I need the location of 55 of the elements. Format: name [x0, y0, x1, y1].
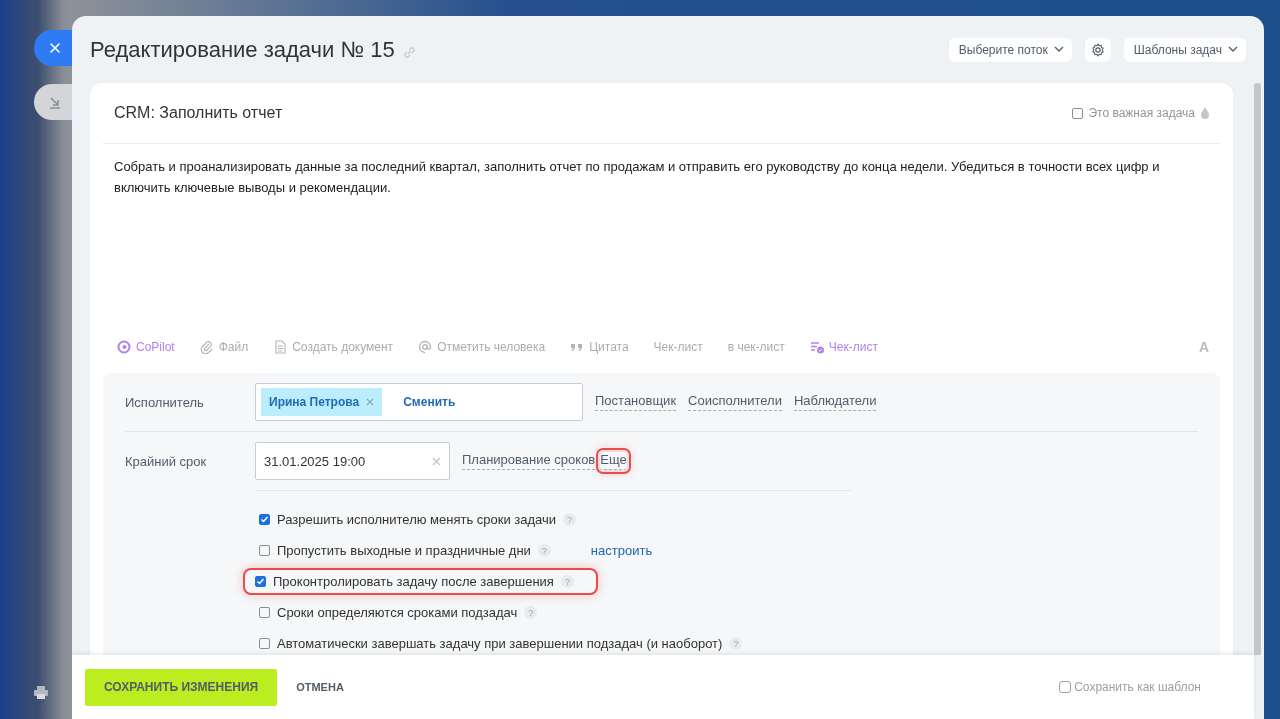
clear-icon — [432, 456, 441, 466]
role-link[interactable]: Постановщик — [595, 393, 677, 411]
at-icon — [418, 340, 433, 354]
checkbox[interactable] — [259, 607, 270, 618]
close-button[interactable] — [34, 30, 72, 66]
toolbar-button[interactable]: CoPilot — [117, 340, 175, 354]
close-icon — [49, 42, 61, 54]
window-title: Редактирование задачи № 15 — [90, 36, 395, 63]
settings-button[interactable] — [1084, 37, 1111, 62]
person-chip[interactable]: Ирина Петрова — [261, 388, 383, 416]
checkbox[interactable] — [259, 638, 270, 649]
checkbox[interactable] — [255, 576, 266, 587]
field-label: Крайний срок — [125, 453, 208, 469]
configure-link[interactable]: настроить — [584, 542, 659, 559]
option-label[interactable]: Автоматически завершать задачу при завершении подзадач (и наоборот) — [277, 636, 723, 651]
checklist-icon — [809, 340, 824, 354]
task-title[interactable]: CRM: Заполнить отчет — [114, 104, 283, 122]
change-link[interactable]: Сменить — [397, 394, 462, 410]
deadline-field[interactable]: 31.01.2025 19:00 — [255, 442, 450, 480]
flame-icon — [1200, 107, 1210, 119]
chevron-icon — [1053, 46, 1064, 53]
role-link[interactable]: Соисполнители — [688, 393, 782, 411]
important-checkbox[interactable] — [1072, 107, 1084, 119]
check-icon — [260, 515, 269, 524]
toolbar-button[interactable]: Чек-лист — [809, 340, 878, 354]
dropdown-button[interactable]: Выберите поток — [948, 37, 1072, 62]
task-description[interactable]: Собрать и проанализировать данные за последний квартал, заполнить отчет по продажам и отправить его руководству до конца недели. Убедиться в точности всех цифр и включить ключевые выводы и рекомендации. — [103, 144, 1220, 321]
checkbox[interactable] — [259, 545, 270, 556]
option-label[interactable]: Разрешить исполнителю менять сроки задачи — [277, 512, 557, 527]
remove-icon — [366, 398, 375, 406]
cancel-button[interactable]: ОТМЕНА — [290, 680, 350, 694]
printer-icon[interactable] — [34, 686, 48, 699]
field-label: Исполнитель — [125, 394, 205, 410]
deadline-link[interactable]: Планирование сроков — [462, 452, 596, 470]
dropdown-button[interactable]: Шаблоны задач — [1123, 37, 1246, 62]
option-label[interactable]: Проконтролировать задачу после завершения — [273, 574, 554, 589]
template-label: Сохранить как шаблон — [1074, 680, 1201, 694]
assignee-field[interactable]: Ирина Петрова Сменить — [255, 383, 583, 421]
option-label[interactable]: Пропустить выходные и праздничные дни — [277, 543, 531, 558]
copilot-icon — [117, 340, 131, 354]
role-link[interactable]: Наблюдатели — [793, 393, 877, 411]
check-icon — [256, 577, 265, 586]
document-icon — [273, 340, 288, 354]
scrollbar[interactable] — [1254, 83, 1261, 655]
template-checkbox[interactable] — [1059, 681, 1072, 693]
checkbox[interactable] — [259, 514, 270, 525]
arrow-icon — [48, 95, 62, 109]
settings-icon — [1090, 42, 1105, 57]
minimize-button[interactable] — [34, 84, 72, 120]
save-button[interactable]: СОХРАНИТЬ ИЗМЕНЕНИЯ — [85, 668, 278, 706]
chevron-icon — [1228, 46, 1238, 53]
paperclip-icon — [199, 340, 214, 354]
important-label: Это важная задача — [1088, 106, 1195, 120]
link-icon — [402, 46, 416, 59]
option-label[interactable]: Сроки определяются сроками подзадач — [277, 605, 518, 620]
